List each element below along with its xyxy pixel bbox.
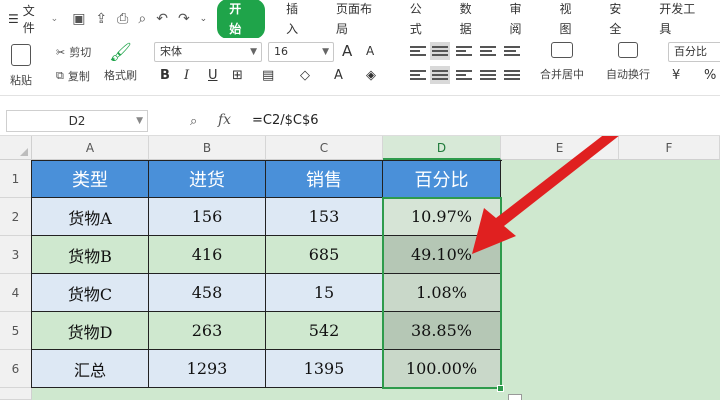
cut-label: 剪切 [69, 46, 92, 59]
chevron-down-icon: ⌄ [50, 14, 59, 24]
font-color-icon[interactable]: A [334, 68, 343, 83]
save-icon[interactable]: ▣ [72, 11, 85, 27]
border-icon[interactable]: ⊞ [232, 68, 243, 83]
align-bottom-icon[interactable] [456, 44, 472, 58]
fill-color-icon[interactable]: ▤ [262, 68, 274, 83]
align-left-icon[interactable] [410, 68, 426, 82]
redo-icon[interactable]: ↷ [178, 11, 190, 27]
merge-label: 合并居中 [540, 68, 584, 81]
ribbon-tabs: 开始 插入 页面布局 公式 数据 审阅 视图 安全 开发工具 [217, 0, 720, 39]
annotation-arrow [472, 136, 619, 254]
menu-icon: ☰ [8, 12, 19, 26]
underline-button[interactable]: U [208, 68, 218, 83]
align-right-icon[interactable] [456, 68, 472, 82]
tab-page-layout[interactable]: 页面布局 [323, 0, 397, 39]
name-box-value: D2 [68, 114, 86, 128]
tab-insert[interactable]: 插入 [273, 0, 323, 39]
print-preview-icon[interactable]: ⌕ [138, 11, 146, 27]
tab-developer[interactable]: 开发工具 [646, 0, 720, 39]
chevron-down-icon: ▼ [136, 116, 143, 126]
wrap-label: 自动换行 [606, 68, 650, 81]
format-painter-button[interactable]: 🖌 格式刷 [104, 42, 137, 83]
outdent-icon[interactable] [504, 44, 520, 58]
tab-home[interactable]: 开始 [217, 0, 266, 39]
font-size-value: 16 [274, 45, 288, 58]
file-menu[interactable]: ☰ 文件 ⌄ [0, 2, 58, 36]
copy-button[interactable]: ⧉ 复制 [56, 68, 90, 84]
currency-icon[interactable]: ¥ [672, 68, 680, 83]
font-name-select[interactable]: 宋体 ▼ [154, 42, 262, 62]
print-icon[interactable]: ⎙ [117, 11, 128, 27]
copy-label: 复制 [67, 70, 90, 83]
tab-formulas[interactable]: 公式 [397, 0, 447, 39]
chevron-down-icon: ▼ [322, 47, 329, 57]
percent-button[interactable]: % [704, 68, 716, 83]
fx-icon[interactable]: fx [218, 112, 231, 128]
chevron-down-icon: ▼ [250, 47, 257, 57]
undo-icon[interactable]: ↶ [156, 11, 168, 27]
tab-security[interactable]: 安全 [596, 0, 646, 39]
tab-view[interactable]: 视图 [546, 0, 596, 39]
brush-icon: 🖌 [109, 42, 132, 63]
italic-button[interactable]: I [184, 68, 189, 83]
font-shrink-button[interactable]: A [366, 44, 374, 58]
justify-icon[interactable] [480, 68, 496, 82]
align-top-icon[interactable] [410, 44, 426, 58]
copy-icon: ⧉ [56, 69, 64, 82]
cut-button[interactable]: ✂ 剪切 [56, 44, 91, 60]
zoom-icon[interactable]: ⌕ [190, 114, 197, 129]
align-middle-icon[interactable] [430, 42, 450, 60]
merge-center-button[interactable]: 合并居中 [540, 42, 584, 82]
sheet-grid[interactable]: A B C D E F 1 2 3 4 5 6 类型 进货 销售 百分比 货物A… [0, 136, 720, 400]
indent-icon[interactable] [480, 44, 496, 58]
name-box[interactable]: D2 ▼ [6, 110, 148, 132]
file-menu-label: 文件 [22, 4, 35, 35]
number-format-select[interactable]: 百分比 [668, 42, 720, 62]
paste-button[interactable]: 粘贴 [10, 44, 32, 88]
font-grow-button[interactable]: A [342, 42, 352, 60]
more-icon[interactable]: ⌄ [200, 14, 208, 24]
eraser-icon[interactable]: ◈ [366, 68, 376, 83]
formula-input[interactable]: =C2/$C$6 [252, 113, 319, 128]
font-size-select[interactable]: 16 ▼ [268, 42, 334, 62]
font-name-value: 宋体 [160, 45, 182, 58]
tab-review[interactable]: 审阅 [497, 0, 547, 39]
highlight-icon[interactable]: ◇ [300, 68, 310, 83]
quick-access-toolbar: ▣ ⇪ ⎙ ⌕ ↶ ↷ ⌄ [72, 11, 207, 27]
paste-icon [11, 44, 31, 66]
distributed-icon[interactable] [504, 68, 520, 82]
align-center-icon[interactable] [430, 66, 450, 84]
merge-icon [551, 42, 573, 58]
scissors-icon: ✂ [56, 45, 66, 59]
paste-label: 粘贴 [10, 74, 32, 87]
wrap-text-button[interactable]: 自动换行 [606, 42, 650, 82]
ribbon: 粘贴 ✂ 剪切 ⧉ 复制 🖌 格式刷 宋体 ▼ 16 ▼ A A B I U ⊞… [0, 38, 720, 96]
menu-bar: ☰ 文件 ⌄ ▣ ⇪ ⎙ ⌕ ↶ ↷ ⌄ 开始 插入 页面布局 公式 数据 审阅… [0, 0, 720, 39]
format-painter-label: 格式刷 [104, 69, 137, 82]
tab-data[interactable]: 数据 [447, 0, 497, 39]
export-icon[interactable]: ⇪ [95, 11, 107, 27]
formula-bar: D2 ▼ ⌕ fx =C2/$C$6 [0, 106, 720, 136]
wrap-icon [618, 42, 638, 58]
number-format-value: 百分比 [674, 45, 707, 58]
bold-button[interactable]: B [160, 68, 170, 83]
